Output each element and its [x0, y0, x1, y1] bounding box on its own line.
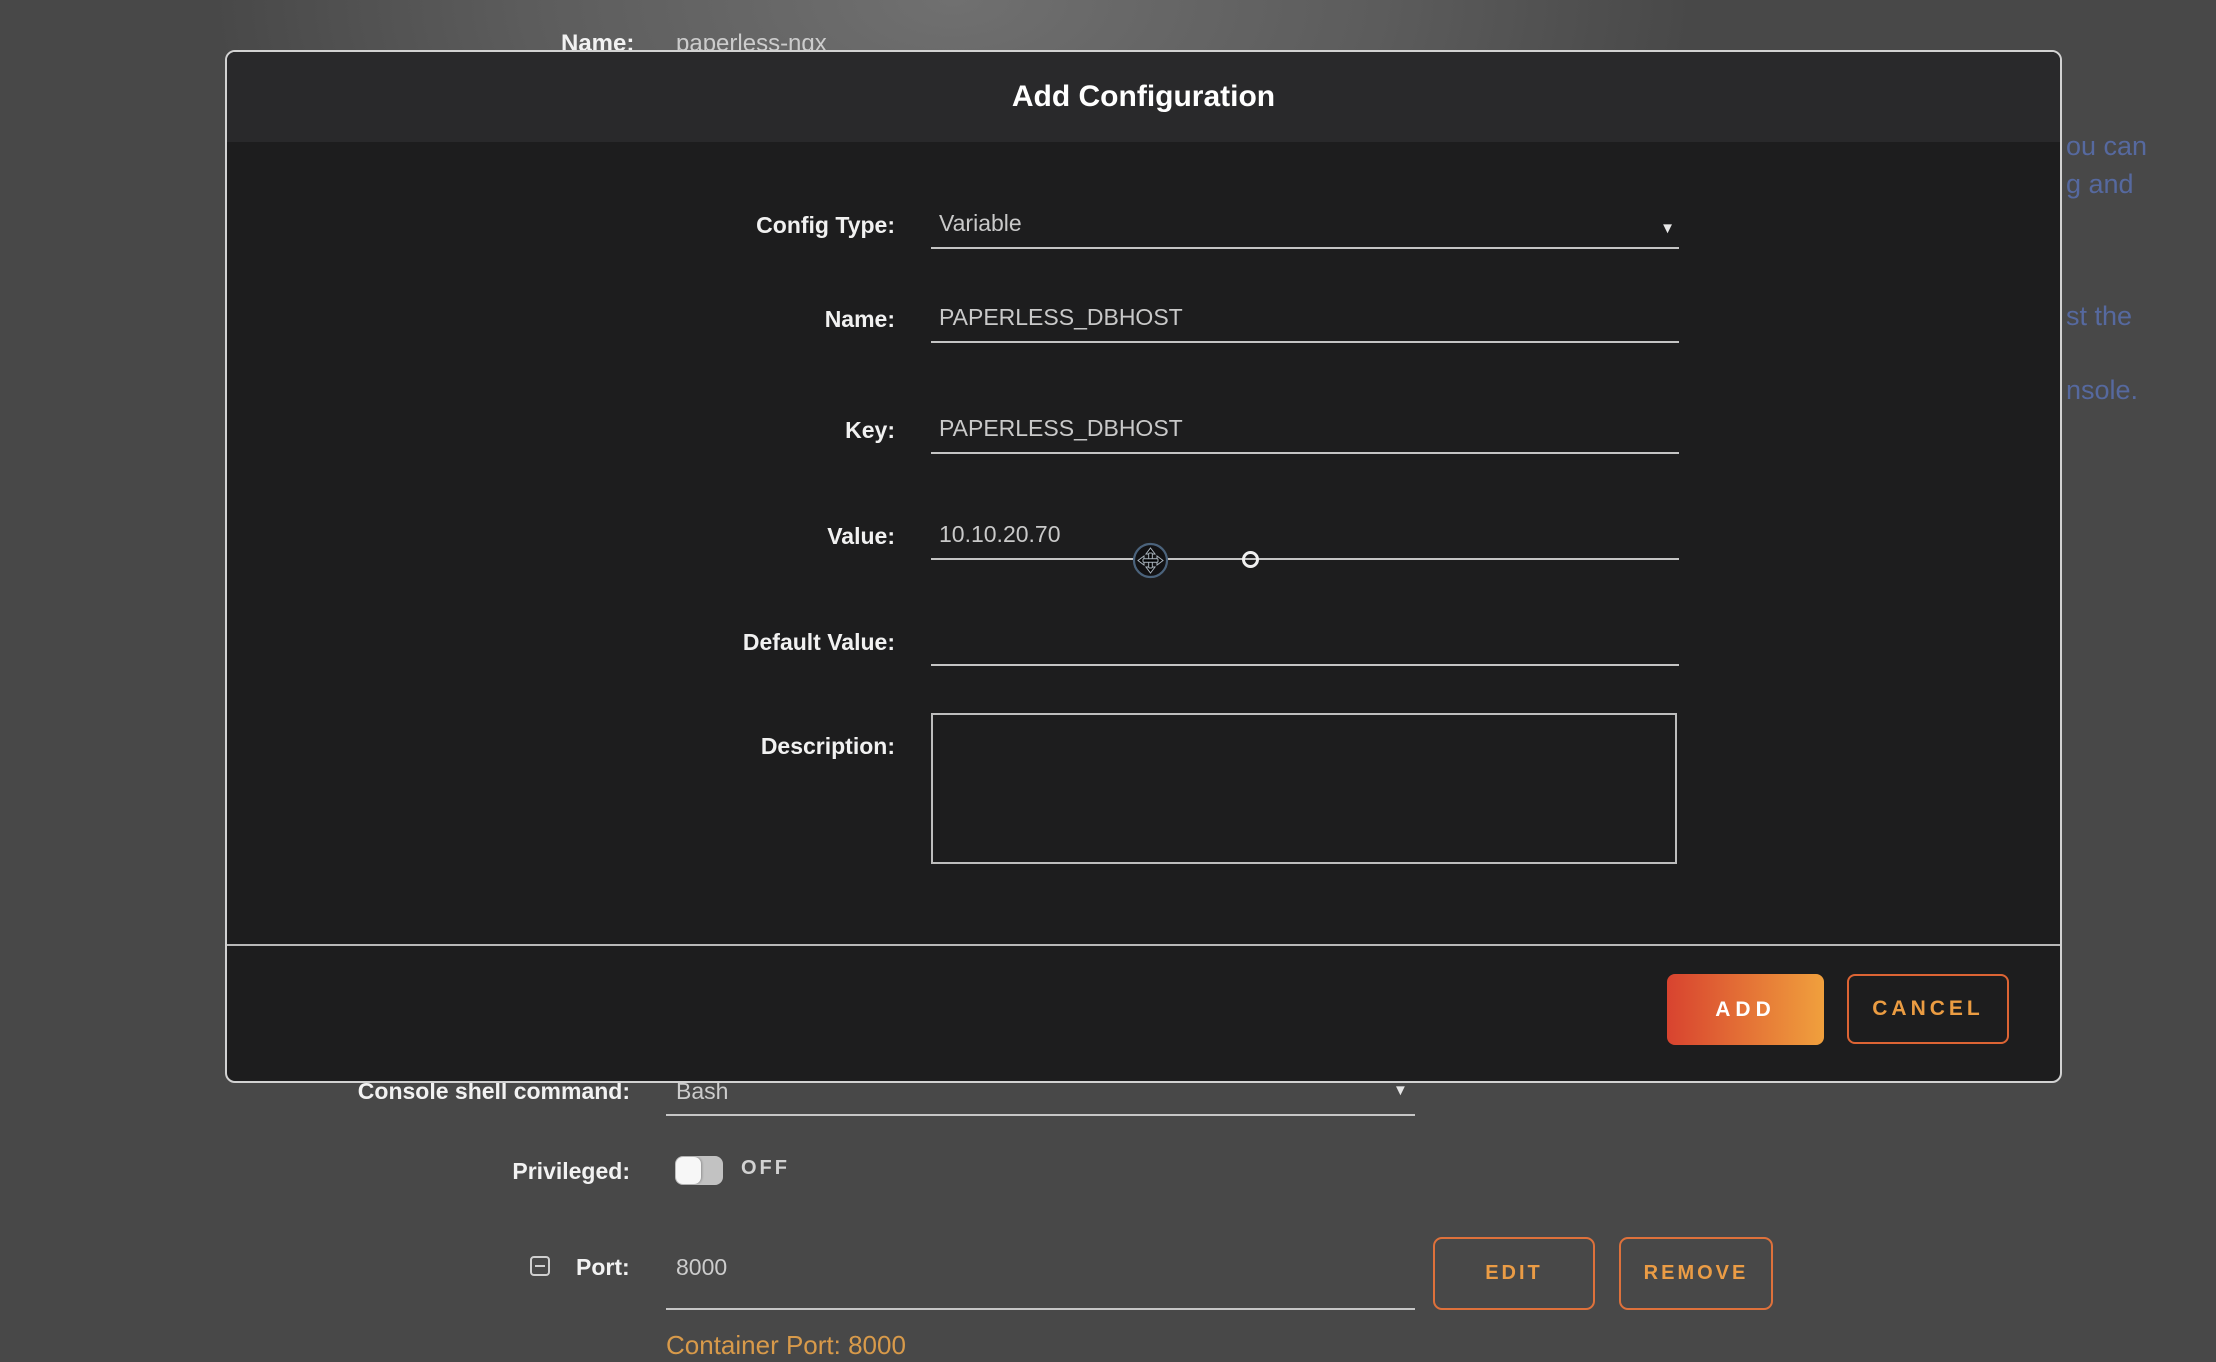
collapse-minus-icon[interactable] [530, 1256, 550, 1276]
port-value[interactable]: 8000 [676, 1254, 727, 1281]
privileged-state: OFF [741, 1157, 790, 1180]
dialog-header: Add Configuration [227, 52, 2060, 142]
help-text-fragment: ou can [2066, 131, 2147, 162]
edit-button[interactable]: EDIT [1433, 1237, 1595, 1310]
container-port-text: Container Port: 8000 [666, 1330, 906, 1361]
key-label: Key: [495, 417, 895, 454]
toggle-knob-icon [676, 1157, 701, 1184]
port-underline [666, 1308, 1415, 1310]
help-text-fragment: nsole. [2066, 375, 2138, 406]
move-cursor-icon [1132, 542, 1169, 579]
value-label: Value: [495, 523, 895, 560]
description-textarea[interactable] [931, 713, 1677, 864]
cancel-button[interactable]: CANCEL [1847, 974, 2009, 1044]
chevron-down-icon[interactable]: ▼ [1660, 220, 1675, 237]
default-value-input[interactable] [939, 627, 1671, 654]
add-button[interactable]: ADD [1667, 974, 1824, 1045]
value-row: Value: [495, 512, 1679, 560]
name-input[interactable] [939, 304, 1671, 331]
name-label: Name: [495, 306, 895, 343]
help-text-fragment: st the [2066, 301, 2132, 332]
description-label: Description: [495, 733, 895, 760]
port-label: Port: [576, 1254, 630, 1281]
default-value-label: Default Value: [495, 629, 895, 666]
console-shell-underline [666, 1114, 1415, 1116]
config-type-label: Config Type: [495, 212, 895, 249]
name-row: Name: [495, 295, 1679, 343]
key-row: Key: [495, 406, 1679, 454]
privileged-toggle[interactable] [675, 1156, 723, 1185]
chevron-down-icon[interactable]: ▼ [1393, 1082, 1408, 1099]
privileged-label: Privileged: [200, 1158, 630, 1185]
help-text-fragment: g and [2066, 169, 2134, 200]
add-configuration-dialog: Add Configuration Config Type: ▼ Name: K… [225, 50, 2062, 1083]
value-input[interactable] [939, 521, 1671, 548]
remove-button[interactable]: REMOVE [1619, 1237, 1773, 1310]
config-type-value[interactable] [939, 210, 1671, 237]
default-value-row: Default Value: [495, 618, 1679, 666]
click-indicator-icon [1242, 551, 1259, 568]
key-input[interactable] [939, 415, 1671, 442]
config-type-select[interactable]: ▼ [931, 210, 1679, 249]
footer-divider [227, 944, 2060, 946]
dialog-title: Add Configuration [1012, 80, 1275, 114]
config-type-row: Config Type: ▼ [495, 201, 1679, 249]
